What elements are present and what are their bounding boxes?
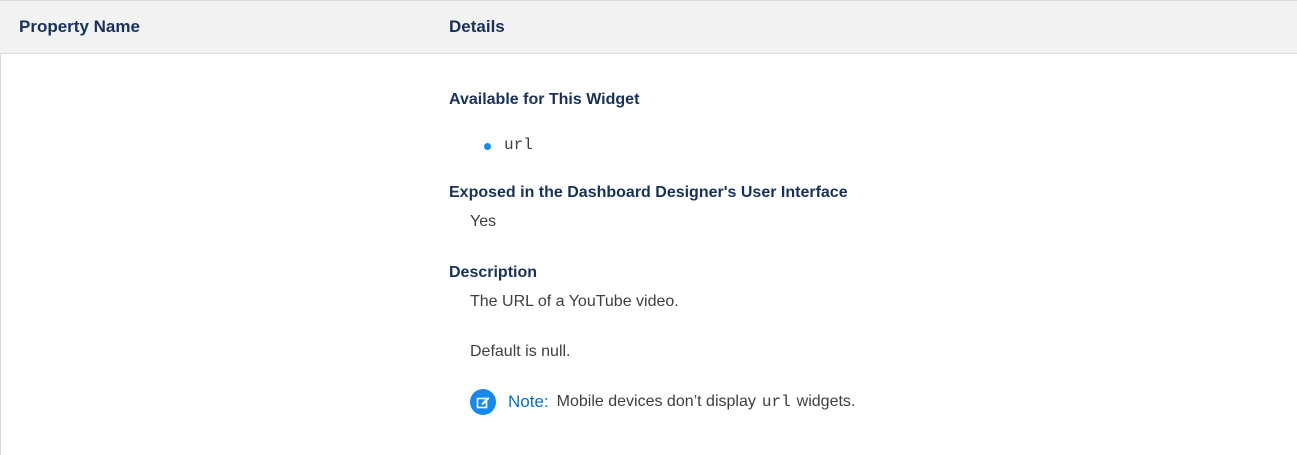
default-text: Default is null.	[470, 343, 571, 360]
note-code: url	[761, 393, 791, 411]
note-text-after: widgets.	[796, 393, 856, 410]
description-heading: Description	[449, 264, 538, 281]
available-item-url: url	[504, 136, 533, 154]
note-label: Note:	[508, 392, 549, 411]
property-table: Property Name Details Available for This…	[0, 0, 1297, 455]
bullet-icon	[484, 143, 491, 150]
details-cell: Available for This Widget url Exposed in…	[449, 0, 1289, 415]
description-text: The URL of a YouTube video.	[470, 293, 679, 310]
edit-note-icon	[470, 389, 496, 415]
note-callout: Note: Mobile devices don’t display url w…	[470, 389, 855, 415]
table-left-border	[0, 54, 1, 455]
column-header-property-name: Property Name	[19, 17, 140, 36]
exposed-heading: Exposed in the Dashboard Designer's User…	[449, 184, 848, 201]
available-heading: Available for This Widget	[449, 91, 640, 108]
exposed-value: Yes	[470, 213, 497, 230]
note-text-before: Mobile devices don’t display	[556, 393, 756, 410]
